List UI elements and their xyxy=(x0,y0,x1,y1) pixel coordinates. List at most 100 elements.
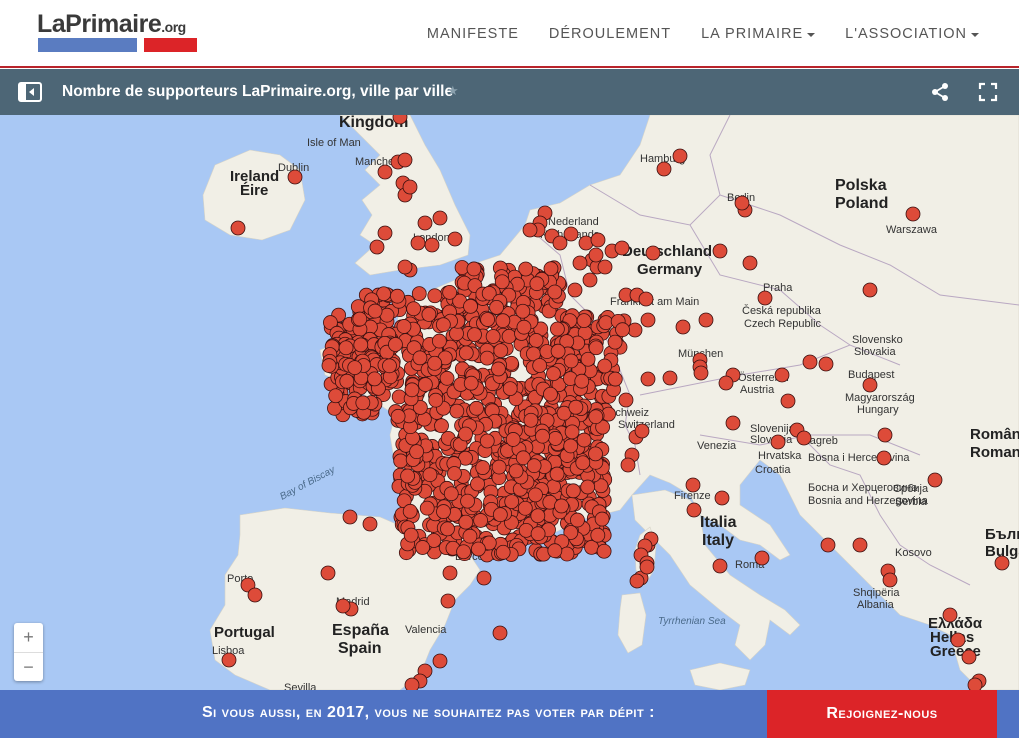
supporter-marker[interactable] xyxy=(629,573,645,589)
supporter-marker[interactable] xyxy=(757,290,773,306)
supporter-marker[interactable] xyxy=(550,343,566,359)
supporter-marker[interactable] xyxy=(522,222,538,238)
supporter-marker[interactable] xyxy=(328,388,344,404)
supporter-marker[interactable] xyxy=(404,677,420,690)
supporter-marker[interactable] xyxy=(820,537,836,553)
supporter-marker[interactable] xyxy=(714,490,730,506)
supporter-marker[interactable] xyxy=(528,487,543,503)
supporter-marker[interactable] xyxy=(876,450,892,466)
supporter-marker[interactable] xyxy=(421,307,437,322)
star-icon[interactable]: ★ xyxy=(447,83,459,99)
supporter-marker[interactable] xyxy=(382,358,397,374)
supporter-marker[interactable] xyxy=(458,514,474,530)
supporter-marker[interactable] xyxy=(406,301,421,317)
supporter-marker[interactable] xyxy=(563,438,579,454)
supporter-marker[interactable] xyxy=(523,412,539,428)
supporter-marker[interactable] xyxy=(443,486,459,502)
supporter-marker[interactable] xyxy=(493,343,509,359)
supporter-marker[interactable] xyxy=(796,430,812,446)
supporter-marker[interactable] xyxy=(576,432,592,448)
supporter-marker[interactable] xyxy=(402,179,418,195)
supporter-marker[interactable] xyxy=(431,333,447,349)
supporter-marker[interactable] xyxy=(532,358,548,373)
supporter-marker[interactable] xyxy=(994,555,1010,571)
supporter-marker[interactable] xyxy=(440,521,455,537)
supporter-marker[interactable] xyxy=(460,493,475,509)
supporter-marker[interactable] xyxy=(469,400,484,416)
supporter-marker[interactable] xyxy=(449,403,465,419)
supporter-marker[interactable] xyxy=(479,433,495,449)
supporter-marker[interactable] xyxy=(528,333,544,348)
supporter-marker[interactable] xyxy=(563,353,579,369)
logo[interactable]: LaPrimaire.org xyxy=(37,10,202,54)
supporter-marker[interactable] xyxy=(335,598,351,614)
supporter-marker[interactable] xyxy=(440,593,456,609)
zoom-in-button[interactable]: + xyxy=(14,623,43,652)
supporter-marker[interactable] xyxy=(495,544,511,560)
supporter-marker[interactable] xyxy=(546,366,561,382)
supporter-marker[interactable] xyxy=(640,371,656,387)
supporter-marker[interactable] xyxy=(588,340,604,356)
supporter-marker[interactable] xyxy=(495,313,511,329)
supporter-marker[interactable] xyxy=(575,455,591,471)
supporter-marker[interactable] xyxy=(476,570,492,586)
supporter-marker[interactable] xyxy=(588,409,604,425)
supporter-marker[interactable] xyxy=(597,259,613,275)
supporter-marker[interactable] xyxy=(718,375,734,391)
supporter-marker[interactable] xyxy=(287,169,303,185)
zoom-out-button[interactable]: − xyxy=(14,652,43,681)
supporter-marker[interactable] xyxy=(529,276,545,292)
supporter-marker[interactable] xyxy=(442,565,458,581)
supporter-marker[interactable] xyxy=(388,337,403,352)
supporter-marker[interactable] xyxy=(447,466,462,481)
supporter-marker[interactable] xyxy=(607,334,623,350)
supporter-marker[interactable] xyxy=(568,399,584,415)
supporter-marker[interactable] xyxy=(458,345,474,361)
supporter-marker[interactable] xyxy=(877,427,893,443)
supporter-marker[interactable] xyxy=(905,206,921,222)
supporter-marker[interactable] xyxy=(588,247,604,263)
supporter-marker[interactable] xyxy=(432,653,448,669)
supporter-marker[interactable] xyxy=(367,371,382,387)
supporter-marker[interactable] xyxy=(526,458,542,474)
supporter-marker[interactable] xyxy=(422,467,438,483)
supporter-marker[interactable] xyxy=(598,315,614,331)
supporter-marker[interactable] xyxy=(494,274,510,290)
supporter-marker[interactable] xyxy=(656,161,672,177)
supporter-marker[interactable] xyxy=(436,504,451,519)
supporter-marker[interactable] xyxy=(570,512,585,528)
supporter-marker[interactable] xyxy=(582,272,598,288)
supporter-marker[interactable] xyxy=(549,321,565,337)
supporter-marker[interactable] xyxy=(400,468,416,484)
supporter-marker[interactable] xyxy=(942,607,958,623)
share-icon[interactable] xyxy=(930,82,950,102)
supporter-marker[interactable] xyxy=(427,355,443,371)
supporter-marker[interactable] xyxy=(615,322,630,338)
supporter-marker[interactable] xyxy=(572,255,588,271)
supporter-marker[interactable] xyxy=(559,546,575,562)
supporter-marker[interactable] xyxy=(432,210,448,226)
supporter-marker[interactable] xyxy=(549,466,565,482)
supporter-marker[interactable] xyxy=(352,311,368,327)
supporter-marker[interactable] xyxy=(607,371,623,387)
supporter-marker[interactable] xyxy=(367,303,383,319)
supporter-marker[interactable] xyxy=(547,284,563,300)
supporter-marker[interactable] xyxy=(458,426,473,442)
supporter-marker[interactable] xyxy=(339,373,355,389)
supporter-marker[interactable] xyxy=(320,565,336,581)
supporter-marker[interactable] xyxy=(462,528,478,544)
supporter-marker[interactable] xyxy=(563,226,579,242)
supporter-marker[interactable] xyxy=(463,298,478,314)
nav-deroulement[interactable]: Déroulement xyxy=(549,26,671,42)
supporter-marker[interactable] xyxy=(712,243,728,259)
supporter-marker[interactable] xyxy=(485,329,501,344)
supporter-marker[interactable] xyxy=(502,381,518,396)
supporter-marker[interactable] xyxy=(504,494,520,509)
supporter-marker[interactable] xyxy=(427,288,443,304)
supporter-marker[interactable] xyxy=(403,527,419,543)
supporter-marker[interactable] xyxy=(770,434,786,450)
supporter-marker[interactable] xyxy=(597,358,613,374)
supporter-marker[interactable] xyxy=(742,255,758,271)
supporter-marker[interactable] xyxy=(353,337,369,353)
supporter-marker[interactable] xyxy=(634,423,650,439)
